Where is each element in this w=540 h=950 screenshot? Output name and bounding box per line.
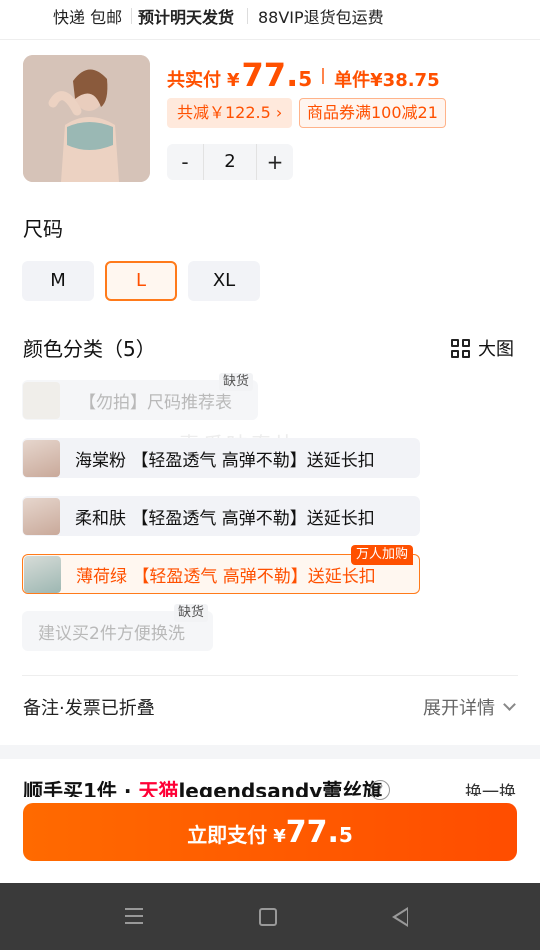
color-option-nude[interactable]: 柔和肤 【轻盈透气 高弹不勒】送延长扣: [22, 496, 420, 536]
pay-label: 立即支付: [187, 823, 268, 847]
store-name: legendsandy蕾丝旗: [178, 779, 383, 797]
delivery-info-strip: 快递 包邮 预计明天发货 88VIP退货包运费: [0, 0, 540, 40]
divider: [247, 8, 248, 24]
total-discount-badge[interactable]: 共减￥122.5 ›: [167, 98, 293, 128]
pay-amount-integer: 77.: [285, 815, 339, 850]
popular-badge: 万人加购: [351, 545, 414, 565]
option-thumbnail: [23, 497, 60, 535]
option-label: 薄荷绿 【轻盈透气 高弹不勒】送延长扣: [76, 566, 376, 587]
unit-price: ¥38.75: [370, 70, 440, 91]
expand-details-label: 展开详情: [423, 698, 495, 719]
delivery-text: 快递 包邮: [53, 8, 123, 27]
divider: [131, 8, 132, 24]
vip-return-text: 88VIP退货包运费: [258, 8, 384, 27]
total-price-decimal: 5: [298, 67, 313, 91]
pay-currency: ¥: [273, 826, 286, 847]
size-option-m[interactable]: M: [22, 261, 94, 301]
help-icon[interactable]: ?: [370, 780, 390, 800]
big-view-label: 大图: [478, 339, 514, 360]
section-gap: [0, 745, 540, 759]
upsell-title: 顺手买1件 ·: [23, 779, 139, 797]
out-of-stock-badge: 缺货: [219, 373, 254, 391]
back-icon[interactable]: [392, 907, 408, 927]
grid-view-icon: [451, 338, 470, 358]
ship-tomorrow-text: 预计明天发货: [138, 8, 235, 27]
currency-symbol: ¥: [227, 70, 240, 91]
divider: [22, 675, 518, 676]
increase-button[interactable]: +: [257, 144, 293, 180]
tmall-label: 天猫: [138, 779, 179, 797]
total-label: 共实付: [167, 70, 221, 91]
product-image[interactable]: [23, 55, 150, 182]
decrease-button[interactable]: -: [167, 144, 203, 180]
size-option-l[interactable]: L: [105, 261, 177, 301]
product-photo: [23, 55, 150, 182]
color-option-pink[interactable]: 海棠粉 【轻盈透气 高弹不勒】送延长扣: [22, 438, 420, 478]
menu-icon[interactable]: [125, 908, 143, 929]
option-thumbnail: [23, 381, 60, 419]
option-label: 【勿拍】尺码推荐表: [79, 392, 232, 413]
option-label: 柔和肤 【轻盈透气 高弹不勒】送延长扣: [75, 508, 375, 529]
upsell-header: 顺手买1件 · 天猫legendsandy蕾丝旗: [23, 775, 517, 797]
pay-now-button[interactable]: 立即支付 ¥ 77. 5: [23, 803, 517, 861]
option-label: 海棠粉 【轻盈透气 高弹不勒】送延长扣: [75, 450, 375, 471]
price-divider: [322, 68, 325, 84]
quantity-stepper: - 2 +: [167, 144, 293, 180]
system-navigation-bar: [0, 883, 540, 950]
quantity-value[interactable]: 2: [203, 144, 257, 180]
out-of-stock-badge: 缺货: [174, 604, 209, 622]
option-thumbnail: [24, 555, 61, 593]
price-summary: 共实付 ¥ 77. 5 单件 ¥38.75: [167, 56, 440, 96]
home-icon[interactable]: [259, 908, 277, 926]
option-label: 建议买2件方便换洗: [38, 623, 185, 644]
chevron-down-icon: [503, 698, 516, 711]
unit-label: 单件: [334, 70, 371, 91]
total-price-integer: 77.: [241, 56, 299, 94]
expand-details-button[interactable]: 展开详情: [423, 694, 516, 720]
coupon-badge: 商品券满100减21: [299, 98, 446, 128]
size-section-title: 尺码: [23, 217, 63, 241]
big-view-toggle[interactable]: 大图: [451, 336, 514, 360]
option-thumbnail: [23, 439, 60, 477]
color-section-title: 颜色分类（5）: [23, 337, 156, 361]
swap-button[interactable]: 换一换: [465, 778, 516, 796]
size-option-xl[interactable]: XL: [188, 261, 260, 301]
pay-amount-decimal: 5: [338, 823, 353, 847]
remarks-invoice-label: 备注·发票已折叠: [23, 698, 155, 719]
